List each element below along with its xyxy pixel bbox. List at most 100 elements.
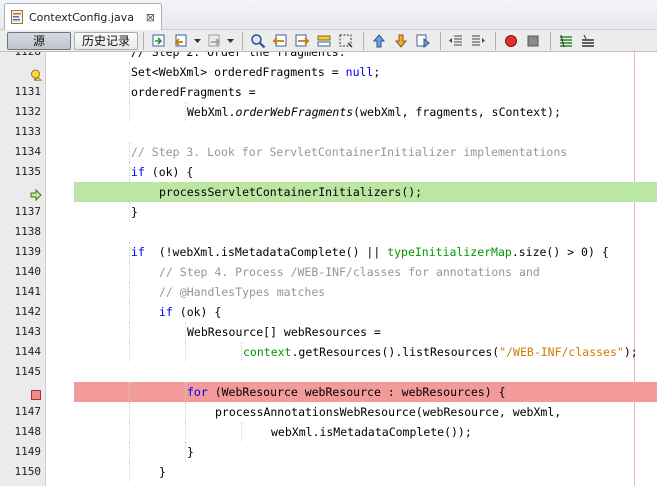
shift-right-icon[interactable]	[468, 32, 488, 50]
history-view-button[interactable]: 历史记录	[74, 31, 138, 50]
line-number: 1142	[14, 305, 42, 318]
back-icon[interactable]	[171, 32, 191, 50]
breakpoint-icon[interactable]	[30, 386, 42, 400]
code-line[interactable]: for (WebResource webResource : webResour…	[0, 382, 657, 402]
indent-guide	[129, 242, 130, 262]
lightbulb-warning-icon[interactable]	[30, 66, 43, 81]
code-text: }	[131, 205, 138, 219]
indent-guide	[129, 442, 130, 462]
indent-guide	[185, 322, 186, 342]
code-text: webXml.isMetadataComplete());	[271, 425, 472, 439]
stop-macro-icon[interactable]	[523, 32, 543, 50]
code-text: if (!webXml.isMetadataComplete() || type…	[131, 245, 609, 259]
indent-guide	[185, 422, 186, 442]
find-next-icon[interactable]	[292, 32, 312, 50]
indent-guide	[129, 162, 130, 182]
code-line[interactable]: Set<WebXml> orderedFragments = null;	[0, 62, 657, 82]
code-text: processAnnotationsWebResource(webResourc…	[215, 405, 562, 419]
code-line[interactable]: 1135 if (ok) {	[0, 162, 657, 182]
code-line[interactable]: 1141 // @HandlesTypes matches	[0, 282, 657, 302]
indent-guide	[129, 342, 130, 362]
code-line[interactable]: 1132 WebXml.orderWebFragments(webXml, fra…	[0, 102, 657, 122]
line-number: 1145	[14, 365, 42, 378]
comment-icon[interactable]	[556, 32, 576, 50]
code-line[interactable]: 1150}	[0, 462, 657, 482]
indent-guide	[129, 402, 130, 422]
code-line[interactable]: 1148 webXml.isMetadataComplete());	[0, 422, 657, 442]
editor-toolbar: 源 历史记录	[0, 30, 657, 52]
indent-guide	[185, 102, 186, 122]
indent-guide	[129, 302, 130, 322]
current-line-arrow-icon[interactable]	[30, 186, 42, 202]
line-number: 1148	[14, 425, 42, 438]
back-dropdown-icon[interactable]	[193, 32, 201, 50]
code-text: // Step 3. Look for ServletContainerInit…	[131, 145, 568, 159]
code-line[interactable]: 1137}	[0, 202, 657, 222]
previous-bookmark-icon[interactable]	[369, 32, 389, 50]
forward-icon[interactable]	[204, 32, 224, 50]
toolbar-separator	[242, 31, 243, 50]
code-text: if (ok) {	[131, 165, 194, 179]
code-text: if (ok) {	[159, 305, 222, 319]
source-view-button[interactable]: 源	[7, 31, 71, 50]
close-tab-icon[interactable]: ⊠	[146, 11, 155, 24]
code-line[interactable]: 1131 orderedFragments =	[0, 82, 657, 102]
rectangle-select-icon[interactable]	[336, 32, 356, 50]
code-line[interactable]: 1149}	[0, 442, 657, 462]
code-editor[interactable]: 1128 // Step 2. Order the fragments. Set…	[0, 52, 657, 486]
start-macro-icon[interactable]	[501, 32, 521, 50]
indent-guide	[129, 462, 130, 482]
line-number: 1137	[14, 205, 42, 218]
uncomment-icon[interactable]	[578, 32, 598, 50]
line-number: 1140	[14, 265, 42, 278]
indent-guide	[129, 142, 130, 162]
indent-guide	[129, 102, 130, 122]
indent-guide	[129, 282, 130, 302]
toggle-highlight-icon[interactable]	[314, 32, 334, 50]
code-line[interactable]: 1134 // Step 3. Look for ServletContainer…	[0, 142, 657, 162]
toolbar-separator	[440, 31, 441, 50]
code-line[interactable]: 1138	[0, 222, 657, 242]
code-line[interactable]: 1144 context.getResources().listResources…	[0, 342, 657, 362]
code-line[interactable]: processServletContainerInitializers();	[0, 182, 657, 202]
next-bookmark-icon[interactable]	[391, 32, 411, 50]
last-edit-icon[interactable]	[149, 32, 169, 50]
code-line[interactable]: 1140 // Step 4. Process /WEB-INF/classes …	[0, 262, 657, 282]
code-line[interactable]: 1145	[0, 362, 657, 382]
line-number: 1141	[14, 285, 42, 298]
indent-guide	[185, 442, 186, 462]
indent-guide	[185, 402, 186, 422]
indent-guide	[129, 322, 130, 342]
indent-guide	[129, 262, 130, 282]
find-selection-icon[interactable]	[248, 32, 268, 50]
code-text: // @HandlesTypes matches	[159, 285, 326, 299]
code-text: WebResource[] webResources =	[187, 325, 381, 339]
line-number: 1132	[14, 105, 42, 118]
code-line-partial[interactable]: 1128 // Step 2. Order the fragments.	[0, 52, 657, 62]
indent-guide	[129, 422, 130, 442]
indent-guide	[185, 382, 186, 402]
code-line[interactable]: 1139 if (!webXml.isMetadataComplete() || …	[0, 242, 657, 262]
line-number: 1128	[0, 52, 42, 62]
code-text: context.getResources().listResources("/W…	[243, 345, 638, 359]
code-line[interactable]: 1147 processAnnotationsWebResource(webRes…	[0, 402, 657, 422]
forward-dropdown-icon[interactable]	[226, 32, 234, 50]
line-number: 1150	[14, 465, 42, 478]
code-line[interactable]: 1133	[0, 122, 657, 142]
code-text: for (WebResource webResource : webResour…	[187, 385, 506, 399]
indent-guide	[129, 182, 130, 202]
line-number: 1139	[14, 245, 42, 258]
find-previous-icon[interactable]	[270, 32, 290, 50]
tab-context-config[interactable]: ContextConfig.java ⊠	[4, 3, 162, 30]
line-number: 1135	[14, 165, 42, 178]
code-text: orderedFragments =	[131, 85, 256, 99]
code-line[interactable]: 1143 WebResource[] webResources =	[0, 322, 657, 342]
toggle-bookmark-icon[interactable]	[413, 32, 433, 50]
line-number: 1134	[14, 145, 42, 158]
line-number: 1131	[14, 85, 42, 98]
shift-left-icon[interactable]	[446, 32, 466, 50]
toolbar-separator	[495, 31, 496, 50]
code-text: Set<WebXml> orderedFragments = null;	[131, 65, 381, 79]
java-file-icon	[11, 10, 23, 24]
code-line[interactable]: 1142 if (ok) {	[0, 302, 657, 322]
